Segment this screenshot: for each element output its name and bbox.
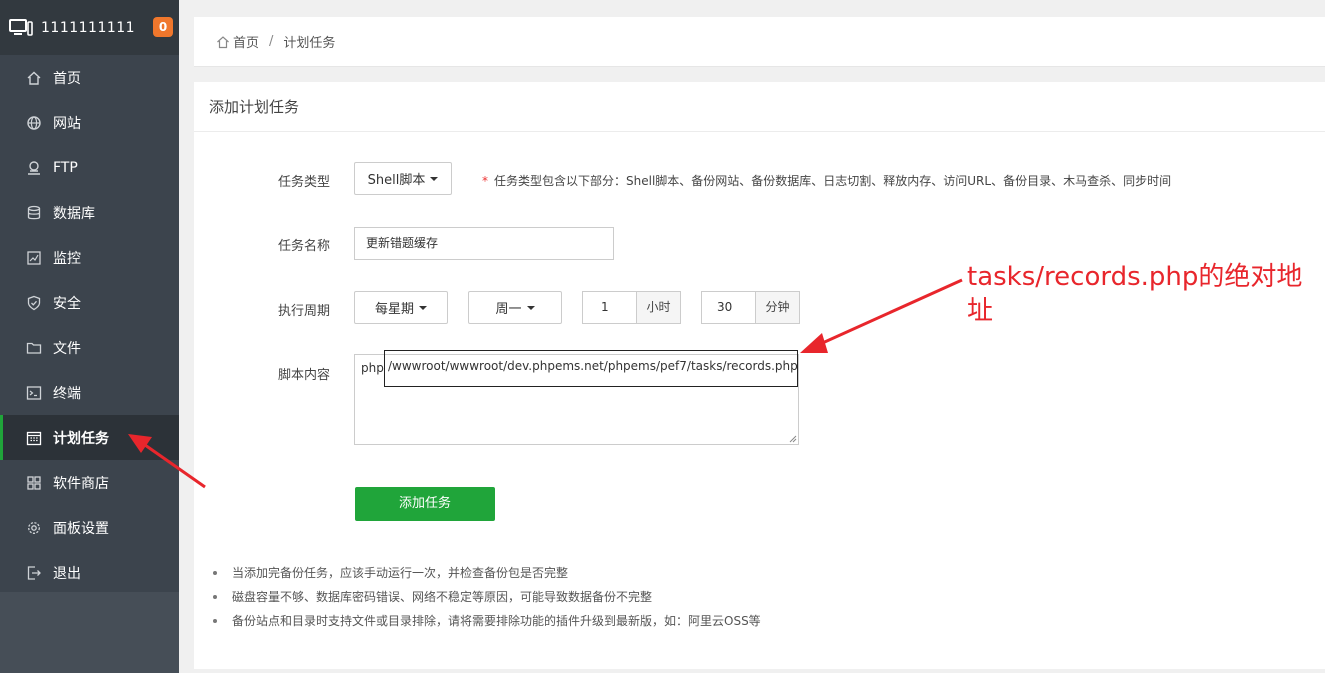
database-icon (26, 205, 42, 221)
task-type-label: 任务类型 (278, 175, 331, 190)
add-task-button[interactable]: 添加任务 (355, 487, 495, 521)
sidebar-item-app-store[interactable]: 软件商店 (0, 460, 179, 505)
sidebar-item-label: FTP (53, 159, 78, 176)
sidebar-item-logout[interactable]: 退出 (0, 550, 179, 595)
terminal-icon (26, 385, 42, 401)
caret-down-icon (419, 305, 427, 310)
required-asterisk: * (482, 174, 488, 188)
sidebar-item-ftp[interactable]: FTP (0, 145, 179, 190)
note-item: 磁盘容量不够、数据库密码错误、网络不稳定等原因，可能导致数据备份不完整 (213, 585, 761, 609)
task-type-select[interactable]: Shell脚本 (354, 162, 452, 195)
minute-unit: 分钟 (756, 291, 800, 324)
period-value: 每星期 (374, 302, 414, 317)
script-label: 脚本内容 (278, 368, 331, 383)
monitor-chart-icon (26, 250, 42, 266)
script-path-highlight: /wwwroot/wwwroot/dev.phpems.net/phpems/p… (384, 350, 798, 387)
hour-unit: 小时 (637, 291, 681, 324)
sidebar-item-label: 首页 (53, 70, 81, 87)
task-name-label: 任务名称 (278, 239, 331, 254)
folder-icon (26, 340, 42, 356)
script-path: /wwwroot/wwwroot/dev.phpems.net/phpems/p… (388, 359, 798, 373)
sidebar-menu: 首页 网站 FTP 数据库 监控 安全 文件 终端 计划任务 软件商店 面板设置… (0, 55, 179, 595)
sidebar-item-cron[interactable]: 计划任务 (0, 415, 179, 460)
notification-badge[interactable]: 0 (153, 17, 173, 37)
task-type-value: Shell脚本 (367, 173, 426, 188)
server-header[interactable]: 1111111111 0 (0, 0, 179, 55)
add-cron-panel: 添加计划任务 任务类型 Shell脚本 * 任务类型包含以下部分：Shell脚本、… (194, 82, 1325, 669)
weekday-select[interactable]: 周一 (468, 291, 562, 324)
sidebar-item-label: 退出 (53, 565, 81, 582)
note-item: 当添加完备份任务，应该手动运行一次，并检查备份包是否完整 (213, 561, 761, 585)
breadcrumb: 首页 / 计划任务 (194, 17, 1325, 67)
sidebar-item-database[interactable]: 数据库 (0, 190, 179, 235)
sidebar-item-label: 数据库 (53, 205, 95, 222)
sidebar-item-settings[interactable]: 面板设置 (0, 505, 179, 550)
sidebar-item-terminal[interactable]: 终端 (0, 370, 179, 415)
annotation-text: tasks/records.php的绝对地址 (967, 262, 1303, 326)
globe-icon (26, 115, 42, 131)
sidebar-footer (0, 592, 179, 673)
gear-icon (26, 520, 42, 536)
ftp-icon (26, 160, 42, 176)
sidebar-item-label: 网站 (53, 115, 81, 132)
caret-down-icon (526, 305, 535, 310)
notes-list: 当添加完备份任务，应该手动运行一次，并检查备份包是否完整 磁盘容量不够、数据库密… (213, 561, 761, 633)
sidebar-item-home[interactable]: 首页 (0, 55, 179, 100)
sidebar-item-label: 安全 (53, 295, 81, 312)
breadcrumb-separator: / (269, 34, 274, 49)
sidebar: 1111111111 0 首页 网站 FTP 数据库 监控 安全 文件 终端 计… (0, 0, 179, 673)
weekday-value: 周一 (495, 302, 522, 317)
shield-icon (26, 295, 42, 311)
task-type-hint-text: 任务类型包含以下部分：Shell脚本、备份网站、备份数据库、日志切割、释放内存、… (494, 174, 1172, 188)
grid-icon (26, 475, 42, 491)
sidebar-item-label: 计划任务 (53, 430, 109, 447)
calendar-icon (26, 430, 42, 446)
sidebar-item-label: 软件商店 (53, 475, 109, 492)
hour-input[interactable]: 1 (582, 291, 637, 324)
period-label: 执行周期 (278, 304, 331, 319)
sidebar-item-monitor[interactable]: 监控 (0, 235, 179, 280)
sidebar-item-label: 终端 (53, 385, 81, 402)
home-icon (26, 70, 42, 86)
sidebar-item-label: 监控 (53, 250, 81, 267)
server-name: 1111111111 (41, 19, 136, 36)
note-item: 备份站点和目录时支持文件或目录排除，请将需要排除功能的插件升级到最新版，如：阿里… (213, 609, 761, 633)
logout-icon (26, 565, 42, 581)
monitor-icon (9, 18, 33, 36)
task-type-hint: * 任务类型包含以下部分：Shell脚本、备份网站、备份数据库、日志切割、释放内存… (482, 172, 1171, 189)
sidebar-item-label: 面板设置 (53, 520, 109, 537)
sidebar-item-security[interactable]: 安全 (0, 280, 179, 325)
sidebar-item-website[interactable]: 网站 (0, 100, 179, 145)
period-select[interactable]: 每星期 (354, 291, 448, 324)
sidebar-item-label: 文件 (53, 340, 81, 357)
caret-down-icon (430, 176, 439, 181)
resize-grip-icon[interactable] (789, 435, 797, 443)
home-icon (217, 35, 229, 48)
minute-input[interactable]: 30 (701, 291, 756, 324)
panel-title: 添加计划任务 (194, 82, 1325, 132)
task-name-input[interactable]: 更新错题缓存 (354, 227, 614, 260)
script-prefix: php (361, 361, 384, 375)
sidebar-item-files[interactable]: 文件 (0, 325, 179, 370)
breadcrumb-home-link[interactable]: 首页 (233, 32, 259, 51)
breadcrumb-current: 计划任务 (283, 36, 336, 51)
